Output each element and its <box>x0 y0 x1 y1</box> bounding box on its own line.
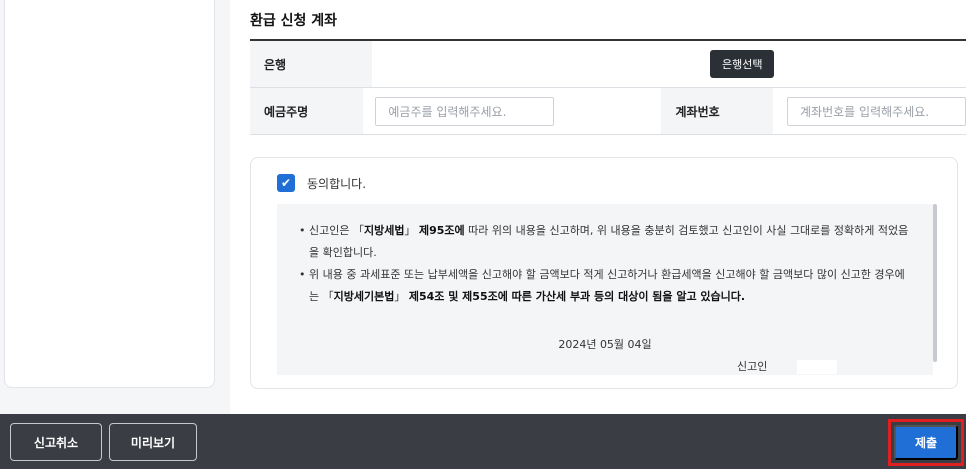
account-number-input[interactable]: 계좌번호를 입력해주세요. <box>787 96 966 126</box>
depositor-cell: 예금주를 입력해주세요. <box>363 88 661 134</box>
agree-checkbox[interactable]: ✔ <box>277 174 295 192</box>
agree-checkbox-row[interactable]: ✔ 동의합니다. <box>277 174 366 192</box>
section-title: 환급 신청 계좌 <box>250 13 338 29</box>
main-content: 환급 신청 계좌 은행 은행선택 예금주명 예금주를 입력해주세요. 계좌번호 … <box>230 0 966 414</box>
account-number-label: 계좌번호 <box>661 88 774 134</box>
submit-highlight: 제출 <box>888 419 964 466</box>
notice-item-2: • 위 내용 중 과세표준 또는 납부세액을 신고해야 할 금액보다 적게 신고… <box>299 268 905 303</box>
check-icon: ✔ <box>280 176 292 190</box>
declaration-date: 2024년 05월 04일 <box>558 338 652 351</box>
bank-value <box>372 41 696 87</box>
notice-item-1: • 신고인은 「지방세법」 제95조에 따라 위의 내용을 신고하며, 위 내용… <box>299 224 909 259</box>
signer-label: 신고인 <box>737 360 768 373</box>
notice-scrollbar[interactable] <box>933 204 937 362</box>
agreement-box: ✔ 동의합니다. • 신고인은 「지방세법」 제95조에 따라 위의 내용을 신… <box>250 157 958 389</box>
bank-select-cell: 은행선택 <box>696 41 966 87</box>
bottom-action-bar: 신고취소 미리보기 제출 <box>0 414 966 469</box>
bank-label: 은행 <box>250 41 372 87</box>
account-number-cell: 계좌번호를 입력해주세요. <box>773 88 966 134</box>
left-side-panel <box>4 0 215 388</box>
table-row: 예금주명 예금주를 입력해주세요. 계좌번호 계좌번호를 입력해주세요. <box>250 88 966 135</box>
agree-label: 동의합니다. <box>307 176 367 191</box>
table-row: 은행 은행선택 <box>250 41 966 88</box>
bank-select-button[interactable]: 은행선택 <box>710 50 775 78</box>
refund-account-table: 은행 은행선택 예금주명 예금주를 입력해주세요. 계좌번호 계좌번호를 입력해… <box>250 39 966 135</box>
depositor-label: 예금주명 <box>250 88 364 134</box>
cancel-report-button[interactable]: 신고취소 <box>10 423 102 461</box>
preview-button[interactable]: 미리보기 <box>109 423 197 461</box>
signer-row: 신고인 <box>737 356 838 378</box>
submit-button[interactable]: 제출 <box>894 425 958 460</box>
depositor-input[interactable]: 예금주를 입력해주세요. <box>375 96 555 126</box>
signer-name-box <box>797 360 838 374</box>
declaration-notice: • 신고인은 「지방세법」 제95조에 따라 위의 내용을 신고하며, 위 내용… <box>277 204 933 375</box>
